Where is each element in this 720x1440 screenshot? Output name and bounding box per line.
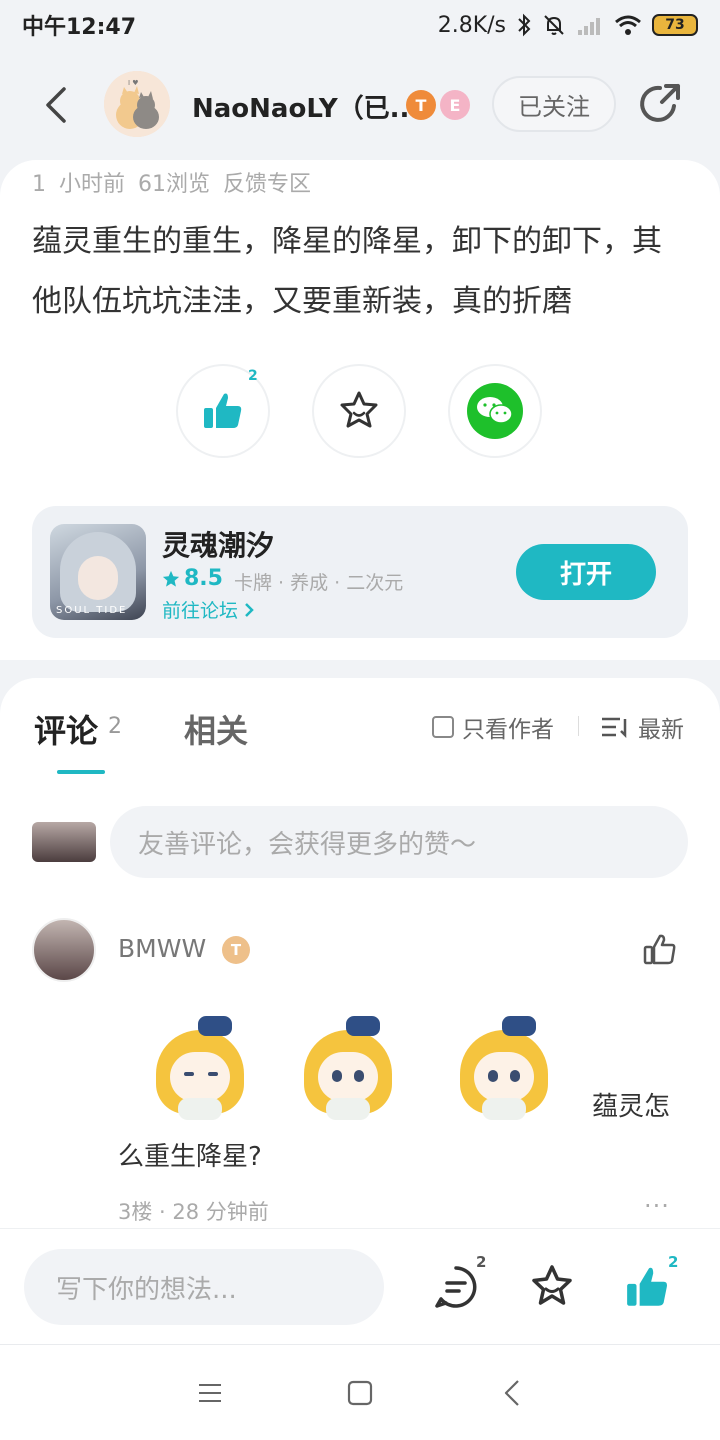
post-card: 1 小时前 61浏览 反馈专区 蕴灵重生的重生，降星的降星，卸下的卸下，其他队伍… xyxy=(0,160,720,660)
comment-bubble-icon xyxy=(435,1266,477,1308)
comments-count: 2 xyxy=(476,1253,487,1271)
post-content: 蕴灵重生的重生，降星的降星，卸下的卸下，其他队伍坑坑洼洼，又要重新装，真的折磨 xyxy=(32,224,662,319)
reply-input[interactable]: 写下你的想法... xyxy=(24,1249,384,1325)
comments-section: 评论 2 相关 只看作者 最新 友善评论，会获得更多的赞～ BMWW T 蕴灵怎… xyxy=(0,678,720,1238)
share-button[interactable] xyxy=(636,80,684,128)
sort-button[interactable]: 最新 xyxy=(600,710,684,744)
share-wechat-button[interactable] xyxy=(448,364,542,458)
wechat-icon-bg xyxy=(467,383,523,439)
game-forum-link[interactable]: 前往论坛 xyxy=(162,596,254,623)
post-header: I ♥ NaoNaoLY（已... T E 已关注 xyxy=(0,60,720,150)
square-home-icon xyxy=(347,1380,373,1406)
network-speed: 2.8K/s xyxy=(437,12,506,38)
cat-avatar-icon: I ♥ xyxy=(104,71,170,137)
tab-comments[interactable]: 评论 xyxy=(34,706,98,752)
only-author-filter[interactable]: 只看作者 xyxy=(432,710,554,744)
follow-button[interactable]: 已关注 xyxy=(492,76,616,132)
status-icons: 2.8K/s 73 xyxy=(438,13,698,38)
thumbs-up-icon xyxy=(204,393,242,428)
svg-text:I ♥: I ♥ xyxy=(128,79,139,87)
nav-menu-button[interactable] xyxy=(190,1375,230,1411)
commenter-avatar[interactable] xyxy=(32,918,96,982)
post-favorite-button[interactable] xyxy=(312,364,406,458)
status-time: 中午12:47 xyxy=(22,15,137,40)
back-button[interactable] xyxy=(36,82,76,128)
wechat-icon xyxy=(477,397,513,424)
comment-text-part1: 蕴灵怎 xyxy=(592,1092,671,1122)
game-name: 灵魂潮汐 xyxy=(162,529,275,562)
tab-comments-count: 2 xyxy=(108,714,122,739)
menu-icon xyxy=(199,1384,221,1402)
only-author-checkbox[interactable] xyxy=(432,716,454,738)
filter-divider xyxy=(578,716,579,736)
author-avatar[interactable]: I ♥ xyxy=(104,71,170,137)
sticker-1 xyxy=(148,1012,252,1122)
game-icon: SOUL TIDE xyxy=(50,524,146,620)
signal-icon xyxy=(578,18,600,35)
bottom-action-bar: 写下你的想法... 2 2 xyxy=(0,1228,720,1344)
game-forum-label: 前往论坛 xyxy=(162,600,239,622)
mute-bell-icon xyxy=(544,15,564,35)
tab-indicator xyxy=(57,770,105,774)
star-icon xyxy=(340,391,378,428)
game-card[interactable]: SOUL TIDE 灵魂潮汐 8.5 卡牌 · 养成 · 二次元 前往论坛 打开 xyxy=(32,506,688,638)
comment-input[interactable]: 友善评论，会获得更多的赞～ xyxy=(110,806,688,878)
game-tags: 卡牌 · 养成 · 二次元 xyxy=(234,572,404,594)
wifi-icon xyxy=(615,15,641,35)
nav-home-button[interactable] xyxy=(340,1375,380,1411)
status-bar: 中午12:47 2.8K/s 73 xyxy=(0,0,720,50)
sticker-2 xyxy=(296,1012,400,1122)
chevron-right-icon xyxy=(245,602,254,617)
comment-meta: 3楼 · 28 分钟前 xyxy=(118,1200,269,1224)
likes-count: 2 xyxy=(668,1253,679,1271)
game-icon-logo: SOUL TIDE xyxy=(56,605,128,616)
post-meta: 1 小时前 61浏览 反馈专区 xyxy=(32,172,311,197)
sort-label: 最新 xyxy=(638,717,684,743)
tab-related[interactable]: 相关 xyxy=(184,706,248,752)
comment-more-button[interactable]: ··· xyxy=(644,1192,670,1220)
rating-star-icon xyxy=(162,570,180,587)
only-author-label: 只看作者 xyxy=(462,717,554,743)
share-icon xyxy=(640,84,680,122)
game-rating-value: 8.5 xyxy=(184,566,223,591)
nav-back-button[interactable] xyxy=(492,1375,532,1411)
thumbs-up-outline-icon xyxy=(643,934,676,965)
comments-button[interactable] xyxy=(432,1263,480,1311)
my-avatar xyxy=(32,822,96,862)
comment-like-button[interactable] xyxy=(642,932,678,968)
author-name[interactable]: NaoNaoLY（已... xyxy=(192,88,419,125)
comment-text-part2: 么重生降星? xyxy=(118,1142,262,1172)
sticker-3 xyxy=(452,1012,556,1122)
favorite-button[interactable] xyxy=(528,1263,576,1311)
system-navigation-bar xyxy=(0,1344,720,1440)
like-button[interactable] xyxy=(624,1263,672,1311)
star-icon xyxy=(532,1265,572,1305)
battery-indicator: 73 xyxy=(652,14,698,36)
thumbs-up-icon xyxy=(627,1267,667,1306)
commenter-name[interactable]: BMWW xyxy=(118,934,206,963)
author-title-badge: E xyxy=(440,90,470,120)
game-rating: 8.5 xyxy=(162,566,223,591)
open-game-button[interactable]: 打开 xyxy=(516,544,656,600)
sort-icon xyxy=(602,717,627,739)
back-arrow-icon xyxy=(46,87,66,123)
author-level-badge: T xyxy=(406,90,436,120)
commenter-level-badge: T xyxy=(222,936,250,964)
back-triangle-icon xyxy=(504,1380,519,1406)
bluetooth-icon xyxy=(518,13,531,37)
post-like-count: 2 xyxy=(248,368,258,384)
